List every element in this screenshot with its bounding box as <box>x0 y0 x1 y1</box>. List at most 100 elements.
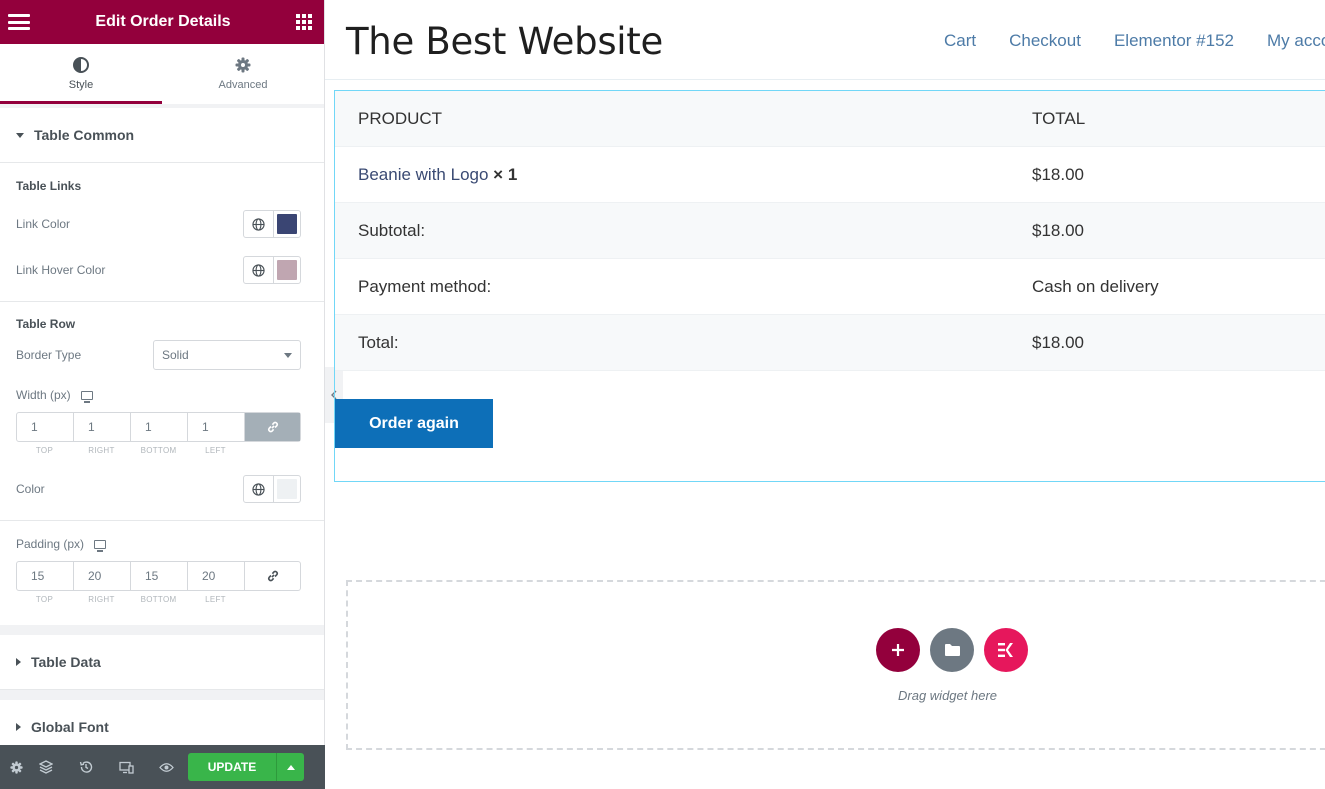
product-quantity: × 1 <box>493 164 518 184</box>
globe-icon[interactable] <box>244 211 274 237</box>
link-hover-color-control: Link Hover Color <box>0 247 324 293</box>
padding-label: Padding (px) <box>16 537 85 551</box>
chevron-down-icon <box>284 352 292 358</box>
tab-style-label: Style <box>68 79 94 91</box>
drag-widget-hint: Drag widget here <box>898 688 997 703</box>
table-row: Beanie with Logo × 1 $18.00 <box>335 147 1325 203</box>
section-table-common-label: Table Common <box>34 127 135 143</box>
row-color-control: Color <box>0 466 324 512</box>
drop-zone[interactable]: Drag widget here <box>346 580 1325 750</box>
globe-icon[interactable] <box>244 257 274 283</box>
width-captions: TOP RIGHT BOTTOM LEFT <box>16 446 301 460</box>
add-template-button[interactable] <box>930 628 974 672</box>
order-item-cell: Beanie with Logo × 1 <box>358 165 517 185</box>
responsive-mode-icon[interactable] <box>106 745 146 789</box>
caret-right-icon <box>16 723 21 731</box>
section-table-common: Table Common Table Links Link Color Link… <box>0 108 324 625</box>
table-row-heading: Table Row <box>16 317 76 331</box>
update-options-button[interactable] <box>276 753 304 781</box>
total-label: Total: <box>358 332 399 352</box>
payment-method-value: Cash on delivery <box>1032 276 1159 296</box>
nav-elementor-152[interactable]: Elementor #152 <box>1114 31 1234 51</box>
elementor-kit-button[interactable] <box>984 628 1028 672</box>
payment-method-label: Payment method: <box>358 276 492 296</box>
width-label-row: Width (px) <box>0 378 324 412</box>
link-values-icon[interactable] <box>245 562 300 590</box>
caption-left: LEFT <box>205 446 226 455</box>
order-again-button[interactable]: Order again <box>335 399 493 448</box>
padding-left-input[interactable]: 20 <box>188 562 245 590</box>
width-label: Width (px) <box>16 388 71 402</box>
gear-icon <box>235 57 251 73</box>
border-type-control: Border Type Solid <box>0 332 324 378</box>
link-hover-color-label: Link Hover Color <box>16 263 106 277</box>
globe-icon[interactable] <box>244 476 274 502</box>
caption-right: RIGHT <box>88 446 115 455</box>
width-bottom-input[interactable]: 1 <box>131 413 188 441</box>
section-table-data-label: Table Data <box>31 654 101 670</box>
half-circle-icon <box>73 57 89 73</box>
padding-dimensions: 15 20 15 20 <box>16 561 301 591</box>
link-color-control: Link Color <box>0 201 324 247</box>
border-type-select[interactable]: Solid <box>153 340 301 370</box>
link-color-label: Link Color <box>16 217 71 231</box>
link-hover-color-swatch[interactable] <box>277 260 297 280</box>
add-section-button[interactable] <box>876 628 920 672</box>
tab-advanced-label: Advanced <box>218 79 268 91</box>
navigator-layers-icon[interactable] <box>26 745 66 789</box>
section-table-data: Table Data <box>0 635 324 690</box>
editor-panel: Edit Order Details Style Advanced Table … <box>0 0 325 789</box>
settings-icon[interactable] <box>6 745 26 789</box>
padding-bottom-input[interactable]: 15 <box>131 562 188 590</box>
padding-top-input[interactable]: 15 <box>17 562 74 590</box>
drop-zone-buttons <box>876 628 1028 672</box>
nav-checkout[interactable]: Checkout <box>1009 31 1081 51</box>
header-product: PRODUCT <box>358 108 443 128</box>
caption-right: RIGHT <box>88 595 115 604</box>
section-global-font-label: Global Font <box>31 719 109 735</box>
border-type-value: Solid <box>162 348 189 362</box>
panel-title: Edit Order Details <box>95 13 231 30</box>
history-icon[interactable] <box>66 745 106 789</box>
link-color-swatch[interactable] <box>277 214 297 234</box>
update-button[interactable]: UPDATE <box>188 753 276 781</box>
plus-icon <box>892 644 904 656</box>
product-link[interactable]: Beanie with Logo <box>358 165 488 184</box>
link-color-picker[interactable] <box>243 210 301 238</box>
preview-eye-icon[interactable] <box>146 745 186 789</box>
tab-style[interactable]: Style <box>0 44 162 104</box>
desktop-icon[interactable] <box>94 539 107 552</box>
width-dimensions: 1 1 1 1 <box>16 412 301 442</box>
site-nav: Cart Checkout Elementor #152 My account <box>944 31 1325 51</box>
desktop-icon[interactable] <box>80 390 93 403</box>
table-row: Total: $18.00 <box>335 315 1325 371</box>
tab-advanced[interactable]: Advanced <box>162 44 324 104</box>
menu-icon[interactable] <box>8 14 30 30</box>
width-left-input[interactable]: 1 <box>188 413 245 441</box>
section-global-font: Global Font <box>0 700 324 745</box>
section-global-font-toggle[interactable]: Global Font <box>0 700 324 745</box>
link-hover-color-picker[interactable] <box>243 256 301 284</box>
site-title[interactable]: The Best Website <box>346 20 663 63</box>
row-color-picker[interactable] <box>243 475 301 503</box>
widgets-grid-icon[interactable] <box>296 14 312 30</box>
section-table-data-toggle[interactable]: Table Data <box>0 635 324 690</box>
padding-captions: TOP RIGHT BOTTOM LEFT <box>16 595 301 625</box>
section-table-common-toggle[interactable]: Table Common <box>0 108 324 163</box>
folder-icon <box>944 644 960 656</box>
caret-down-icon <box>16 132 24 138</box>
row-color-swatch[interactable] <box>277 479 297 499</box>
table-row: Subtotal: $18.00 <box>335 203 1325 259</box>
link-values-icon[interactable] <box>245 413 300 441</box>
total-value: $18.00 <box>1032 332 1084 352</box>
panel-body[interactable]: Table Common Table Links Link Color Link… <box>0 104 324 745</box>
width-right-input[interactable]: 1 <box>74 413 131 441</box>
caret-right-icon <box>16 658 21 666</box>
caption-bottom: BOTTOM <box>140 595 177 604</box>
padding-right-input[interactable]: 20 <box>74 562 131 590</box>
table-links-heading: Table Links <box>16 179 82 193</box>
border-type-label: Border Type <box>16 348 82 362</box>
nav-my-account[interactable]: My account <box>1267 31 1325 51</box>
nav-cart[interactable]: Cart <box>944 31 976 51</box>
width-top-input[interactable]: 1 <box>17 413 74 441</box>
